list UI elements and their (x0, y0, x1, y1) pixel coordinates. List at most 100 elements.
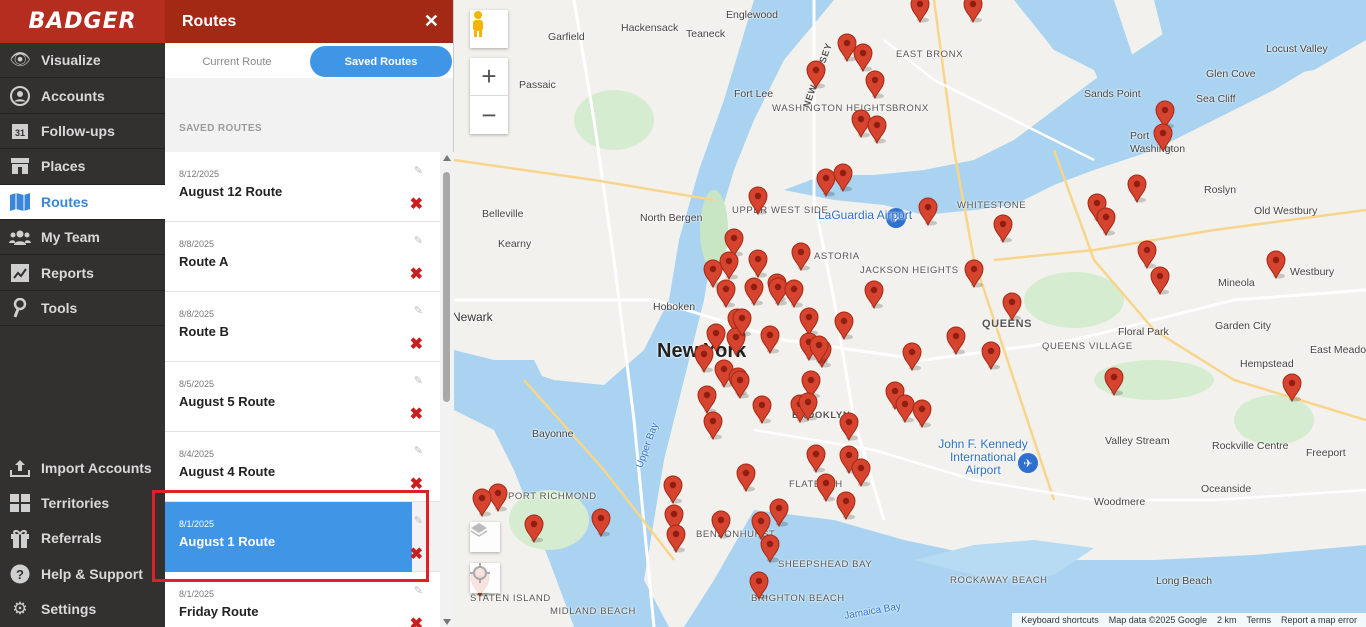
close-icon[interactable]: ✕ (424, 11, 439, 32)
map-label-astoria: ASTORIA (814, 251, 860, 262)
nav-item-visualize[interactable]: 👁 Visualize (0, 43, 165, 79)
map-label-woodmere: Woodmere (1094, 496, 1146, 508)
map-label-englewood: Englewood (726, 9, 778, 21)
edit-icon[interactable]: ✎ (414, 304, 423, 317)
map-label-hoboken: Hoboken (653, 301, 696, 313)
map-label-locust-valley: Locust Valley (1266, 43, 1328, 55)
edit-icon[interactable]: ✎ (414, 374, 423, 387)
edit-icon[interactable]: ✎ (414, 234, 423, 247)
map-label-new-york: New York (657, 340, 747, 362)
nav-item-my-team[interactable]: My Team (0, 220, 165, 256)
map-label-port-richmond: PORT RICHMOND (508, 491, 597, 502)
map-label-glen-cove: Glen Cove (1206, 68, 1256, 80)
chart-icon (8, 262, 32, 284)
report-map-error-link[interactable]: Report a map error (1281, 615, 1357, 625)
help-icon: ? (8, 563, 32, 585)
zoom-in-button[interactable]: + (470, 58, 508, 96)
map-label-mineola: Mineola (1218, 277, 1255, 289)
delete-icon[interactable]: ✖ (410, 614, 423, 627)
nav-item-tools[interactable]: Tools (0, 291, 165, 327)
edit-icon[interactable]: ✎ (414, 444, 423, 457)
nav-item-label: Territories (41, 495, 110, 512)
route-item[interactable]: 8/12/2025 August 12 Route ✎ ✖ (165, 152, 440, 222)
map-label-floral-park: Floral Park (1118, 326, 1169, 338)
scale-label: 2 km (1216, 615, 1237, 625)
edit-icon[interactable]: ✎ (414, 164, 423, 177)
map-label-newark: Newark (454, 310, 493, 324)
tab-saved-routes[interactable]: Saved Routes (310, 46, 452, 77)
annotation-highlight-box (152, 490, 429, 582)
nav-item-routes[interactable]: Routes (0, 184, 165, 220)
terms-link[interactable]: Terms (1246, 615, 1271, 625)
map-label-westbury: Westbury (1290, 266, 1335, 278)
nav-item-follow-ups[interactable]: 31 Follow-ups (0, 114, 165, 150)
route-date: 8/8/2025 (179, 239, 215, 249)
main-nav: BADGER 👁 Visualize Accounts 31 Follow-up… (0, 0, 165, 627)
map-label-old-westbury: Old Westbury (1254, 205, 1318, 217)
delete-icon[interactable]: ✖ (410, 264, 423, 284)
keyboard-shortcuts-link[interactable]: Keyboard shortcuts (1021, 615, 1099, 625)
nav-item-label: My Team (41, 229, 100, 246)
svg-text:31: 31 (15, 128, 25, 138)
nav-item-label: Reports (41, 264, 94, 281)
map-label-freeport: Freeport (1306, 447, 1346, 459)
route-item[interactable]: 8/8/2025 Route B ✎ ✖ (165, 292, 440, 362)
delete-icon[interactable]: ✖ (410, 194, 423, 214)
map-label-jfk: John F. Kennedy International Airport (938, 437, 1028, 477)
svg-text:?: ? (16, 567, 24, 582)
route-item[interactable]: 8/8/2025 Route A ✎ ✖ (165, 222, 440, 292)
route-date: 8/1/2025 (179, 589, 215, 599)
nav-item-label: Import Accounts (41, 459, 152, 476)
route-name: Friday Route (179, 604, 259, 619)
wrench-icon (8, 297, 32, 319)
nav-item-label: Settings (41, 601, 97, 618)
route-name: Route A (179, 254, 229, 269)
scroll-up-arrow-icon[interactable] (443, 155, 451, 161)
route-tabs: Current Route Saved Routes (165, 43, 453, 78)
route-item[interactable]: 8/5/2025 August 5 Route ✎ ✖ (165, 362, 440, 432)
map-attribution-bar: Keyboard shortcuts Map data ©2025 Google… (1012, 613, 1366, 627)
street-view-pegman-icon[interactable] (470, 10, 508, 48)
map-label-bensonhurst: BENSONHURST (696, 529, 776, 540)
person-icon (8, 85, 32, 107)
edit-icon[interactable]: ✎ (414, 584, 423, 597)
nav-item-territories[interactable]: Territories (0, 485, 165, 520)
nav-item-places[interactable]: Places (0, 149, 165, 185)
map-label-brighton-beach: BRIGHTON BEACH (751, 593, 845, 604)
map-label-jackson-heights: JACKSON HEIGHTS (860, 265, 959, 276)
map-label-washington-heights: WASHINGTON HEIGHTS (772, 103, 893, 114)
map-label-long-beach: Long Beach (1156, 575, 1213, 587)
scroll-down-arrow-icon[interactable] (443, 619, 451, 625)
map-label-roslyn: Roslyn (1204, 184, 1237, 196)
nav-item-referrals[interactable]: Referrals (0, 521, 165, 556)
my-location-icon[interactable] (470, 563, 500, 593)
nav-item-help-support[interactable]: ? Help & Support (0, 556, 165, 591)
scroll-thumb[interactable] (443, 172, 450, 402)
app-logo[interactable]: BADGER (0, 0, 165, 43)
nav-bottom-group: Import Accounts Territories Referrals ? … (0, 450, 165, 627)
map-label-kearny: Kearny (498, 238, 532, 250)
gear-icon: ⚙ (12, 599, 28, 619)
nav-item-accounts[interactable]: Accounts (0, 78, 165, 114)
route-name: August 12 Route (179, 184, 283, 199)
map-label-staten-island: STATEN ISLAND (470, 593, 551, 604)
delete-icon[interactable]: ✖ (410, 404, 423, 424)
nav-item-reports[interactable]: Reports (0, 255, 165, 291)
route-name: August 4 Route (179, 464, 276, 479)
nav-item-label: Follow-ups (41, 122, 115, 139)
nav-item-settings[interactable]: ⚙ Settings (0, 592, 165, 627)
layers-icon[interactable] (470, 522, 500, 552)
map-label-midland-beach: MIDLAND BEACH (550, 606, 636, 617)
nav-item-label: Visualize (41, 52, 101, 69)
map-label-fort-lee: Fort Lee (734, 88, 774, 100)
tab-current-route[interactable]: Current Route (167, 46, 307, 77)
map-label-rockaway-beach: ROCKAWAY BEACH (950, 575, 1048, 586)
map-label-belleville: Belleville (482, 208, 524, 220)
zoom-out-button[interactable]: − (470, 96, 508, 134)
route-list-scrollbar[interactable] (440, 152, 454, 627)
route-date: 8/12/2025 (179, 169, 220, 179)
nav-item-import-accounts[interactable]: Import Accounts (0, 450, 165, 485)
saved-routes-heading: SAVED ROUTES (179, 123, 262, 134)
map-canvas[interactable]: ✈ ✈ New York Newark QUEENS BROOKLYN BRON… (454, 0, 1366, 627)
delete-icon[interactable]: ✖ (410, 334, 423, 354)
